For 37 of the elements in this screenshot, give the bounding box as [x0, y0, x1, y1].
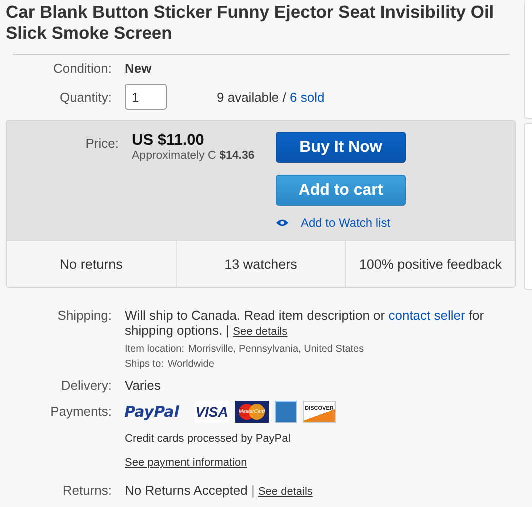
payment-note: Credit cards processed by PayPal: [125, 433, 292, 445]
condition-value: New: [125, 61, 152, 76]
shipping-label: Shipping:: [56, 308, 112, 323]
ships-to-value: Worldwide: [168, 359, 214, 370]
see-details-link[interactable]: See details: [258, 486, 313, 498]
add-to-cart-button[interactable]: Add to cart: [276, 175, 406, 206]
payments-label: Payments:: [50, 403, 112, 419]
highlight-text: No returns: [58, 256, 124, 274]
quantity-label: Quantity:: [58, 90, 112, 104]
shipping-text: Will ship to Canada. Read item description or contact seller for shipping options. | See details: [125, 308, 486, 340]
highlight-text: 100% positive feedback: [345, 241, 516, 287]
contact-seller-link[interactable]: contact seller: [388, 308, 466, 323]
quantity-field[interactable]: 1: [125, 84, 167, 110]
delivery-value: Varies: [125, 378, 161, 393]
amex-card-icon: [275, 401, 297, 423]
see-details-link[interactable]: See details: [233, 326, 288, 338]
location-value: Morrisville, Pennsylvania, United States: [188, 344, 364, 355]
condition-label: Condition:: [52, 61, 112, 76]
paypal-logo: PayPal: [125, 402, 179, 423]
visa-logo: VISA: [195, 401, 229, 423]
watch-list-link[interactable]: Add to Watch list: [301, 216, 391, 230]
price-label: Price:: [84, 135, 119, 153]
payment-info-link[interactable]: See payment information: [125, 457, 248, 469]
eye-icon: [276, 219, 289, 227]
buy-now-button[interactable]: Buy It Now: [276, 132, 406, 163]
separator: |: [250, 483, 256, 498]
highlight-text: 13 watchers: [176, 241, 346, 287]
converted-price: Approximately C $14.36: [132, 150, 256, 162]
delivery-label: Delivery:: [60, 378, 112, 393]
returns-label: Returns:: [62, 483, 112, 498]
location-label: Item location:: [125, 344, 184, 355]
sold-link[interactable]: 6 sold: [290, 90, 325, 104]
ships-to-label: Ships to:: [125, 359, 164, 370]
price-value: US $11.00: [132, 132, 206, 150]
item-title: Car Blank Button Sticker Funny Ejector Seat Invisibility Oil Slick Smoke Screen: [5, 1, 496, 44]
returns-value: No Returns Accepted: [125, 483, 248, 498]
availability-text: 9 available / 6 sold: [217, 90, 325, 104]
